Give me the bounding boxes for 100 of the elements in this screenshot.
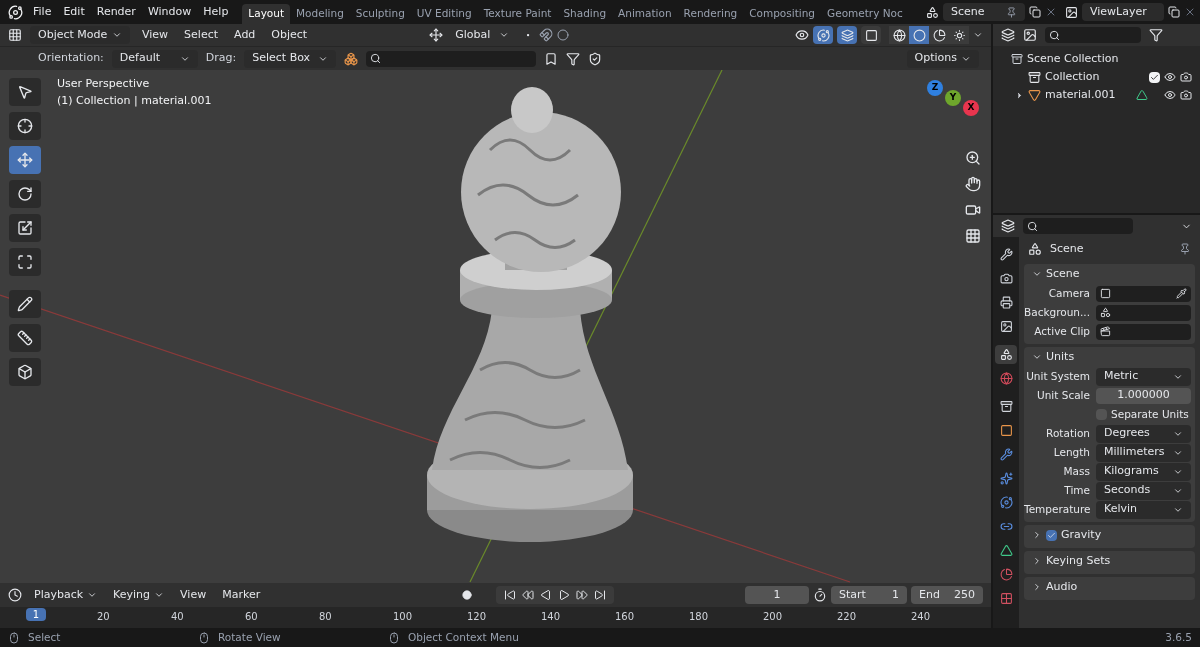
menu-item[interactable]: Help	[197, 3, 235, 21]
snap-magnet-icon[interactable]	[539, 28, 554, 42]
stopwatch-icon[interactable]	[813, 588, 827, 602]
outliner-row[interactable]: Scene Collection	[993, 50, 1200, 68]
property-dropdown[interactable]: Seconds	[1096, 481, 1191, 500]
outliner-label[interactable]: material.001	[1045, 86, 1116, 104]
property-dropdown[interactable]: Degrees	[1096, 424, 1191, 443]
jump-start-icon[interactable]	[504, 589, 517, 601]
bookmark-icon[interactable]	[544, 51, 559, 66]
expand-arrow-icon[interactable]	[1015, 90, 1024, 100]
current-frame-field[interactable]: 1	[745, 586, 809, 604]
drag-dropdown[interactable]: Select Box	[244, 49, 337, 68]
select-mode-icon[interactable]	[344, 51, 359, 66]
panel-header[interactable]: Scene	[1024, 264, 1195, 284]
menu-item[interactable]: Marker	[218, 586, 265, 604]
workspace-tab[interactable]: Geometry Noc	[821, 4, 909, 24]
xray-toggle[interactable]	[861, 26, 881, 44]
outliner-label[interactable]: Collection	[1045, 68, 1100, 86]
transform-orientation-dropdown[interactable]: Global	[447, 26, 518, 44]
workspace-tab[interactable]: Texture Paint	[477, 4, 558, 24]
panel-header[interactable]: Keying Sets	[1024, 551, 1195, 571]
property-dropdown[interactable]: Millimeters	[1096, 443, 1191, 462]
grid-icon[interactable]	[965, 228, 981, 244]
wireframe-sphere-button[interactable]	[889, 26, 909, 44]
material-sphere-button[interactable]	[929, 26, 949, 44]
record-icon[interactable]	[462, 590, 473, 600]
mode-dropdown[interactable]: Object Mode	[30, 26, 130, 44]
menu-item[interactable]: Edit	[57, 3, 91, 21]
zoom-icon[interactable]	[965, 150, 981, 166]
number-field[interactable]: 1.000000	[1096, 387, 1191, 404]
workspace-tab[interactable]: Shading	[557, 4, 613, 24]
orientation-dropdown[interactable]: Default	[111, 49, 198, 68]
scene-tab[interactable]	[995, 345, 1017, 364]
jump-end-icon[interactable]	[594, 589, 607, 601]
panel-checkbox[interactable]	[1046, 529, 1057, 541]
camera-icon[interactable]	[1180, 71, 1192, 83]
cube-tool[interactable]	[9, 358, 41, 386]
rotate-tool[interactable]	[9, 180, 41, 208]
eyedropper-icon[interactable]	[1176, 288, 1187, 299]
duplicate-icon[interactable]	[1029, 6, 1041, 18]
view-layer-icon[interactable]	[1023, 28, 1037, 42]
rendered-sphere-button[interactable]	[949, 26, 969, 44]
editor-type-icon[interactable]	[8, 28, 22, 42]
caret-icon[interactable]	[973, 30, 983, 40]
next-keyframe-icon[interactable]	[576, 589, 589, 601]
search-field[interactable]	[366, 50, 537, 67]
filter-icon[interactable]	[1149, 28, 1163, 42]
close-icon[interactable]	[1184, 6, 1196, 18]
options-dropdown[interactable]: Options	[906, 49, 979, 68]
filter-icon[interactable]	[566, 51, 581, 66]
search-field[interactable]	[1045, 27, 1141, 43]
pointer-tool[interactable]	[9, 78, 41, 106]
gizmo-toggle[interactable]	[813, 26, 833, 44]
panel-header[interactable]: Gravity	[1024, 525, 1195, 545]
overlays-toggle[interactable]	[837, 26, 857, 44]
workspace-tab[interactable]: UV Editing	[410, 4, 478, 24]
proportional-edit-icon[interactable]	[557, 29, 570, 41]
shield-icon[interactable]	[588, 51, 603, 66]
transform-tool[interactable]	[9, 248, 41, 276]
menu-item[interactable]: Select	[180, 26, 223, 44]
hand-icon[interactable]	[965, 176, 981, 192]
clock-icon[interactable]	[8, 588, 22, 602]
menu-item[interactable]: View	[138, 26, 173, 44]
menu-item[interactable]: Object	[267, 26, 312, 44]
close-icon[interactable]	[1045, 6, 1057, 18]
workspace-tab[interactable]: Modeling	[290, 4, 350, 24]
panel-header[interactable]: Units	[1024, 347, 1195, 367]
eye-icon[interactable]	[1164, 71, 1176, 83]
property-dropdown[interactable]: Kilograms	[1096, 462, 1191, 481]
solid-sphere-button[interactable]	[909, 26, 929, 44]
property-dropdown[interactable]: Kelvin	[1096, 500, 1191, 519]
pin-icon[interactable]	[1179, 243, 1191, 255]
reverse-play-icon[interactable]	[540, 589, 553, 601]
editor-type-icon[interactable]	[1001, 219, 1015, 233]
exclude-checkbox[interactable]	[1149, 71, 1160, 83]
workspace-tab[interactable]: Animation	[612, 4, 678, 24]
view-layer-icon[interactable]	[1065, 5, 1078, 19]
workspace-tab[interactable]: Layout	[242, 4, 291, 24]
menu-item[interactable]: Render	[90, 3, 142, 21]
object-field[interactable]	[1096, 323, 1191, 340]
eye-icon[interactable]	[1164, 89, 1176, 101]
pin-icon[interactable]	[1006, 6, 1017, 18]
camera-icon[interactable]	[1180, 89, 1192, 101]
pencil-tool[interactable]	[9, 290, 41, 318]
end-frame-field[interactable]: End 250	[911, 586, 983, 604]
display-mode-icon[interactable]	[1001, 28, 1015, 42]
visibility-icon[interactable]	[795, 28, 809, 42]
duplicate-icon[interactable]	[1168, 6, 1180, 18]
property-dropdown[interactable]: Metric	[1096, 367, 1191, 386]
menu-item[interactable]: Playback	[30, 586, 102, 604]
workspace-tab[interactable]: Sculpting	[349, 4, 411, 24]
menu-item[interactable]: Window	[141, 3, 198, 21]
search-field[interactable]	[1023, 218, 1133, 234]
move-arrows-tool[interactable]	[9, 146, 41, 174]
checkbox-label[interactable]: Separate Units	[1111, 406, 1189, 423]
play-icon[interactable]	[558, 589, 571, 601]
start-frame-field[interactable]: Start 1	[831, 586, 907, 604]
panel-header[interactable]: Audio	[1024, 577, 1195, 597]
object-field[interactable]	[1096, 285, 1191, 302]
workspace-tab[interactable]: Rendering	[677, 4, 744, 24]
